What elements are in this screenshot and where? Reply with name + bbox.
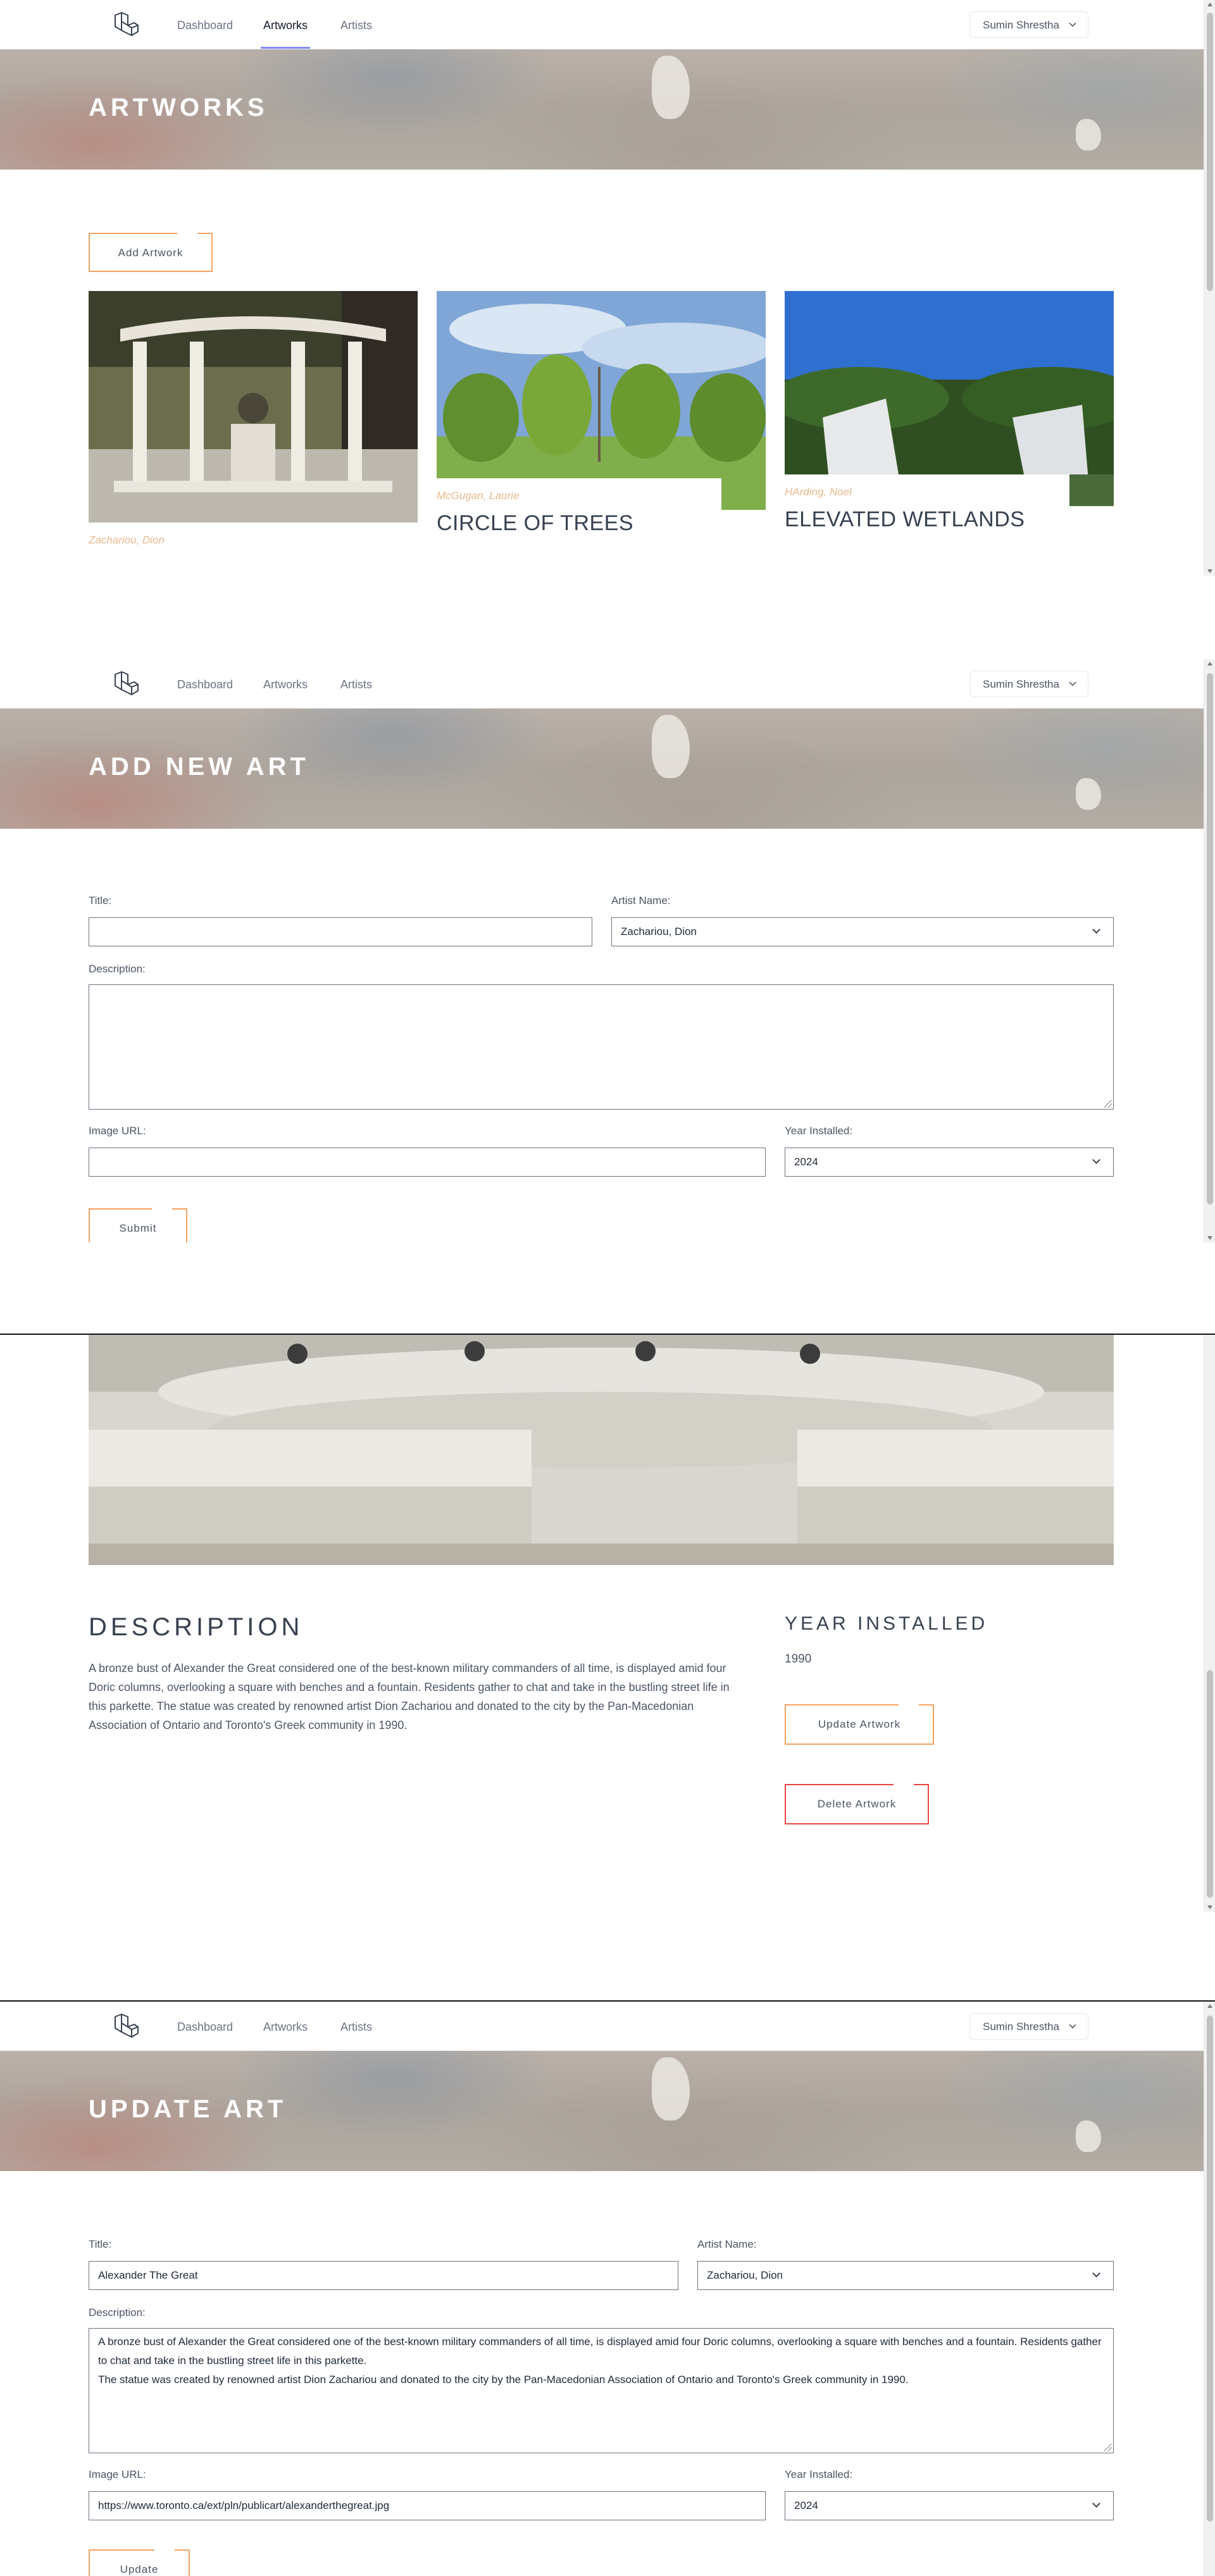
vertical-scrollbar[interactable]: [1204, 1335, 1215, 1912]
artist-select[interactable]: Zachariou, Dion: [611, 917, 1114, 946]
card-meta: McGugan, Laurie CIRCLE OF TREES: [437, 478, 721, 536]
user-name: Sumin Shrestha: [983, 2021, 1059, 2033]
user-menu-button[interactable]: Sumin Shrestha: [969, 11, 1088, 38]
description-heading: DESCRIPTION: [89, 1613, 304, 1641]
description-text: A bronze bust of Alexander the Great con…: [98, 2336, 1102, 2386]
submit-label: Submit: [119, 1222, 157, 1234]
add-artwork-button[interactable]: Add Artwork: [89, 232, 213, 272]
artwork-detail-screen: DESCRIPTION A bronze bust of Alexander t…: [0, 1334, 1215, 1912]
card-artist: HArding, Noel: [785, 486, 852, 498]
artwork-image[interactable]: [785, 291, 1114, 506]
year-select[interactable]: 2024: [785, 1148, 1114, 1177]
nav-artworks[interactable]: Artworks: [260, 19, 311, 49]
delete-artwork-button[interactable]: Delete Artwork: [785, 1783, 929, 1824]
nav-artists[interactable]: Artists: [340, 19, 372, 32]
page-banner: UPDATE ART: [0, 2051, 1204, 2171]
artist-label: Artist Name:: [697, 2238, 757, 2250]
update-label: Update: [120, 2563, 159, 2575]
year-select[interactable]: 2024: [785, 2491, 1114, 2520]
resize-handle-icon[interactable]: [1104, 2444, 1112, 2451]
laravel-logo-icon[interactable]: [113, 11, 140, 37]
page-title: ADD NEW ART: [89, 753, 309, 781]
top-nav: Dashboard Artworks Artists Sumin Shresth…: [0, 659, 1204, 709]
nav-artworks[interactable]: Artworks: [263, 2021, 308, 2034]
delete-artwork-label: Delete Artwork: [817, 1798, 897, 1810]
nav-artworks[interactable]: Artworks: [263, 678, 308, 691]
update-artwork-label: Update Artwork: [818, 1718, 901, 1730]
nav-dashboard[interactable]: Dashboard: [177, 19, 233, 32]
update-button[interactable]: Update: [89, 2549, 190, 2576]
add-art-screen: Dashboard Artworks Artists Sumin Shresth…: [0, 659, 1215, 1242]
top-nav: Dashboard Artworks Artists Sumin Shresth…: [0, 0, 1204, 49]
description-textarea[interactable]: A bronze bust of Alexander the Great con…: [89, 2328, 1114, 2453]
artwork-image[interactable]: [89, 291, 418, 523]
description-label: Description:: [89, 963, 146, 975]
title-label: Title:: [89, 895, 112, 907]
nav-dashboard[interactable]: Dashboard: [177, 678, 233, 691]
chevron-down-icon: [1092, 1156, 1100, 1164]
image-url-input[interactable]: [89, 1148, 766, 1177]
nav-artists[interactable]: Artists: [340, 2021, 372, 2034]
artwork-card[interactable]: Zachariou, Dion: [89, 291, 418, 557]
card-artist: Zachariou, Dion: [89, 534, 165, 546]
vertical-scrollbar[interactable]: [1204, 2002, 1215, 2576]
image-url-label: Image URL:: [89, 1125, 146, 1137]
year-select-value: 2024: [794, 1156, 818, 1168]
user-menu-button[interactable]: Sumin Shrestha: [969, 671, 1088, 697]
user-menu-button[interactable]: Sumin Shrestha: [969, 2013, 1088, 2040]
year-select-value: 2024: [794, 2499, 818, 2511]
year-installed-heading: YEAR INSTALLED: [785, 1613, 988, 1634]
artist-select-value: Zachariou, Dion: [707, 2269, 783, 2281]
chevron-down-icon: [1069, 20, 1076, 27]
artwork-card[interactable]: McGugan, Laurie CIRCLE OF TREES: [437, 291, 766, 557]
year-installed-value: 1990: [785, 1652, 812, 1666]
page-title: UPDATE ART: [89, 2095, 287, 2123]
nav-dashboard[interactable]: Dashboard: [177, 2021, 233, 2034]
description-textarea[interactable]: [89, 984, 1114, 1110]
title-input[interactable]: [89, 917, 592, 946]
card-meta: HArding, Noel ELEVATED WETLANDS: [785, 474, 1069, 532]
laravel-logo-icon[interactable]: [113, 2013, 140, 2038]
page-banner: ARTWORKS: [0, 49, 1204, 170]
user-name: Sumin Shrestha: [983, 678, 1059, 690]
user-name: Sumin Shrestha: [983, 19, 1059, 31]
artist-select-value: Zachariou, Dion: [621, 926, 697, 938]
page-banner: ADD NEW ART: [0, 709, 1204, 829]
chevron-down-icon: [1069, 2021, 1076, 2029]
image-url-label: Image URL:: [89, 2468, 146, 2480]
year-label: Year Installed:: [785, 1125, 853, 1137]
title-input[interactable]: Alexander The Great: [89, 2261, 678, 2290]
update-art-screen: Dashboard Artworks Artists Sumin Shresth…: [0, 2000, 1215, 2576]
vertical-scrollbar[interactable]: [1204, 0, 1215, 576]
nav-artists[interactable]: Artists: [340, 678, 372, 691]
description-text: A bronze bust of Alexander the Great con…: [89, 1662, 730, 1731]
page-title: ARTWORKS: [89, 94, 268, 121]
submit-button[interactable]: Submit: [89, 1208, 187, 1242]
image-url-input[interactable]: https://www.toronto.ca/ext/pln/publicart…: [89, 2491, 766, 2520]
artwork-hero-image: [89, 1335, 1114, 1565]
card-meta: Zachariou, Dion: [89, 523, 373, 555]
artist-label: Artist Name:: [611, 895, 671, 907]
title-label: Title:: [89, 2238, 112, 2250]
description-label: Description:: [89, 2307, 146, 2319]
chevron-down-icon: [1092, 926, 1100, 934]
chevron-down-icon: [1092, 2499, 1100, 2508]
add-artwork-label: Add Artwork: [118, 247, 184, 259]
chevron-down-icon: [1092, 2269, 1100, 2277]
top-nav: Dashboard Artworks Artists Sumin Shresth…: [0, 2002, 1204, 2051]
card-title[interactable]: ELEVATED WETLANDS: [785, 507, 1069, 532]
card-artist: McGugan, Laurie: [437, 490, 520, 502]
artworks-screen: Dashboard Artworks Artists Sumin Shresth…: [0, 0, 1215, 576]
update-artwork-button[interactable]: Update Artwork: [785, 1704, 934, 1745]
artwork-card[interactable]: HArding, Noel ELEVATED WETLANDS: [785, 291, 1114, 557]
year-label: Year Installed:: [785, 2468, 853, 2480]
laravel-logo-icon[interactable]: [113, 671, 140, 696]
artist-select[interactable]: Zachariou, Dion: [697, 2261, 1114, 2290]
card-title[interactable]: CIRCLE OF TREES: [437, 511, 721, 536]
artwork-image[interactable]: [437, 291, 766, 510]
vertical-scrollbar[interactable]: [1204, 659, 1215, 1242]
chevron-down-icon: [1069, 679, 1076, 686]
resize-handle-icon[interactable]: [1104, 1100, 1112, 1108]
